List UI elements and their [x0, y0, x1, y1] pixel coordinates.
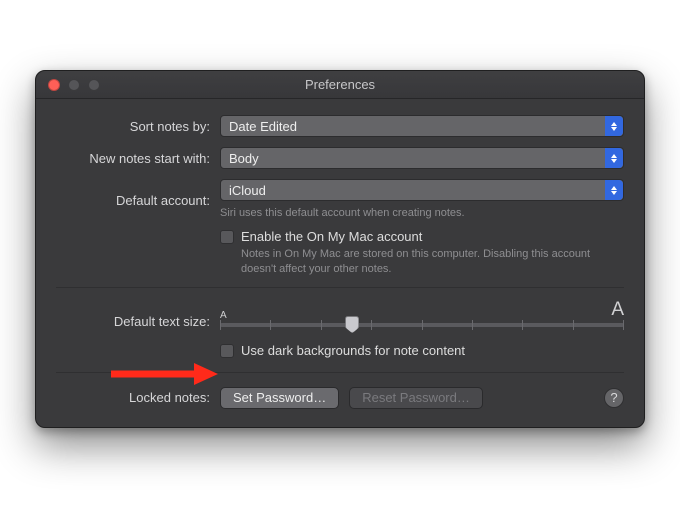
question-mark-icon: ? — [610, 390, 617, 405]
sort-notes-label: Sort notes by: — [56, 119, 220, 134]
minimize-window-button[interactable] — [68, 79, 80, 91]
close-window-button[interactable] — [48, 79, 60, 91]
divider — [56, 287, 624, 288]
text-size-label: Default text size: — [56, 302, 220, 329]
reset-password-button: Reset Password… — [349, 387, 483, 409]
preferences-window: Preferences Sort notes by: Date Edited N… — [35, 70, 645, 428]
chevron-up-down-icon — [605, 116, 623, 136]
new-notes-value: Body — [229, 151, 259, 166]
chevron-up-down-icon — [605, 180, 623, 200]
locked-notes-label: Locked notes: — [56, 390, 220, 405]
new-notes-select[interactable]: Body — [220, 147, 624, 169]
text-size-large-icon: A — [611, 299, 624, 321]
content-area: Sort notes by: Date Edited New notes sta… — [36, 99, 644, 427]
help-button[interactable]: ? — [604, 388, 624, 408]
sort-notes-select[interactable]: Date Edited — [220, 115, 624, 137]
on-my-mac-hint: Notes in On My Mac are stored on this co… — [241, 247, 624, 277]
titlebar[interactable]: Preferences — [36, 71, 644, 99]
default-account-select[interactable]: iCloud — [220, 179, 624, 201]
traffic-lights — [48, 79, 100, 91]
divider — [56, 372, 624, 373]
sort-notes-value: Date Edited — [229, 119, 297, 134]
chevron-up-down-icon — [605, 148, 623, 168]
enable-on-my-mac-checkbox[interactable] — [220, 230, 234, 244]
window-title: Preferences — [305, 77, 375, 92]
new-notes-label: New notes start with: — [56, 151, 220, 166]
text-size-slider[interactable] — [220, 323, 624, 327]
enable-on-my-mac-label: Enable the On My Mac account — [241, 229, 624, 244]
zoom-window-button[interactable] — [88, 79, 100, 91]
default-account-value: iCloud — [229, 183, 266, 198]
dark-backgrounds-label: Use dark backgrounds for note content — [241, 343, 465, 358]
slider-thumb[interactable] — [345, 316, 359, 333]
default-account-label: Default account: — [56, 193, 220, 208]
dark-backgrounds-checkbox[interactable] — [220, 344, 234, 358]
default-account-hint: Siri uses this default account when crea… — [220, 206, 624, 221]
set-password-button[interactable]: Set Password… — [220, 387, 339, 409]
